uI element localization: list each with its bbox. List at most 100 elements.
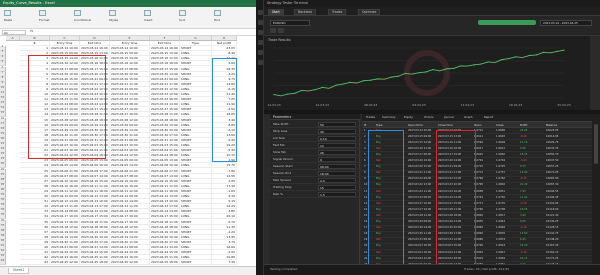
parameter-value-input[interactable]: 2.0: [318, 178, 356, 183]
tab-trades[interactable]: Trades: [328, 8, 347, 15]
results-cell: 9.75: [520, 165, 526, 169]
results-cell: 1.0776: [496, 201, 506, 205]
parameter-value-input[interactable]: 30: [318, 129, 356, 134]
results-cell: 1.0757: [496, 171, 506, 175]
equity-point: [446, 68, 448, 70]
play-icon[interactable]: [270, 28, 276, 33]
tab-optimize[interactable]: Optimize: [358, 8, 381, 15]
table-cell[interactable]: 7.35: [212, 260, 237, 266]
parameter-name: Trailing Stop: [273, 185, 292, 189]
sheet-tab[interactable]: Sheet1: [8, 268, 30, 274]
results-cell: 21.40: [520, 183, 528, 187]
ribbon-4-icon[interactable]: [144, 10, 151, 16]
parameter-name: Signal Period: [273, 157, 293, 161]
results-scrollbar[interactable]: [592, 114, 600, 264]
folder-icon[interactable]: [257, 50, 263, 55]
terminal-toolbar: EURUSD 2023.03.14 - 2023.04.25: [264, 16, 600, 36]
results-cell: 1.0704: [496, 159, 506, 163]
results-tab[interactable]: Journal: [442, 116, 456, 121]
parameter-name: Session Start: [273, 164, 293, 168]
ribbon-5-icon[interactable]: [179, 10, 186, 16]
results-cell: -4.50: [520, 201, 527, 205]
equity-point: [287, 93, 289, 95]
results-tab[interactable]: Graph: [462, 116, 475, 121]
results-cell: 1.0689: [496, 128, 506, 132]
parameter-row: Session End 18:00: [270, 170, 360, 177]
equity-point: [542, 51, 544, 54]
results-cell: 18.35: [520, 152, 528, 156]
equity-point: [473, 64, 475, 66]
tab-start[interactable]: Start: [268, 8, 284, 15]
results-cell: 10148.20: [546, 238, 559, 242]
results-tab[interactable]: Equity: [402, 116, 415, 121]
results-tab[interactable]: Trades: [364, 116, 377, 121]
ribbon-2-icon[interactable]: [74, 10, 81, 16]
parameter-value-input[interactable]: 18:00: [318, 171, 356, 176]
results-cell: 10023.05: [546, 128, 559, 132]
results-cell: 2023.03.15 14:00: [408, 140, 432, 144]
results-header-cell: Close: [496, 122, 504, 127]
table-cell[interactable]: 2023.04.25 18:00: [80, 260, 110, 266]
results-cell: 5: [364, 152, 366, 156]
parameter-value-input[interactable]: 50: [318, 122, 356, 127]
symbol-select[interactable]: EURUSD: [270, 20, 310, 26]
equity-point: [273, 94, 275, 96]
home-icon[interactable]: [257, 10, 263, 15]
results-cell: 2023.04.03 10:00: [408, 244, 432, 248]
equity-point: [432, 69, 434, 71]
results-cell: 10121.40: [546, 213, 559, 217]
results-cell: 2023.03.23 11:00: [408, 189, 432, 193]
parameter-value-input[interactable]: 15: [318, 185, 356, 190]
column-header[interactable]: A: [6, 36, 20, 41]
equity-point: [404, 72, 406, 75]
terminal-tabs: Start Backtest Trades Optimize: [264, 7, 600, 16]
tab-backtest[interactable]: Backtest: [294, 8, 316, 15]
results-cell: 2023.03.20 15:00: [408, 165, 432, 169]
name-box[interactable]: A1: [2, 30, 26, 35]
table-cell[interactable]: SHORT: [180, 260, 212, 266]
equity-point: [480, 63, 482, 65]
table-cell[interactable]: 2023.04.25 12:00: [110, 260, 150, 266]
gear-icon[interactable]: [257, 40, 263, 45]
parameter-value-input[interactable]: 26: [318, 150, 356, 155]
status-left: Testing completed: [270, 267, 298, 271]
ribbon-0-icon[interactable]: [4, 10, 11, 16]
parameter-value-input[interactable]: 12: [318, 143, 356, 148]
ribbon-1-icon[interactable]: [39, 10, 46, 16]
ribbon-label: Styles: [109, 18, 119, 22]
date-range-field[interactable]: 2023.03.14 - 2023.04.25: [540, 20, 592, 26]
results-tab[interactable]: Orders: [422, 116, 435, 121]
terminal-title: Strategy Tester Terminal: [267, 0, 309, 5]
row-header[interactable]: 44: [0, 259, 6, 266]
stop-icon[interactable]: [278, 28, 284, 33]
table-cell[interactable]: 43: [20, 260, 50, 266]
table-cell[interactable]: 2023.04.25 12:00: [50, 260, 80, 266]
equity-point: [521, 56, 524, 59]
results-cell: 10032.35: [546, 146, 559, 150]
table-cell[interactable]: 2023.04.25 18:00: [150, 260, 180, 266]
parameter-row: Session Start 08:00: [270, 163, 360, 170]
results-tab[interactable]: Summary: [380, 116, 398, 121]
parameter-value-input[interactable]: 08:00: [318, 164, 356, 169]
x-tick-label: 28.03.23: [364, 103, 377, 107]
results-cell: 10.15: [520, 256, 528, 260]
formula-bar: A1 fx: [0, 29, 256, 36]
equity-point: [418, 72, 420, 74]
equity-point: [356, 82, 358, 84]
scrollbar-thumb[interactable]: [594, 124, 598, 164]
results-cell: 15: [364, 213, 368, 217]
results-tab[interactable]: Report: [482, 116, 495, 121]
ribbon-6-icon[interactable]: [214, 10, 221, 16]
x-tick-label: 14.03.23: [267, 103, 280, 107]
ribbon-3-icon[interactable]: [109, 10, 116, 16]
x-tick-label: 21.03.23: [316, 103, 329, 107]
equity-point: [466, 65, 468, 67]
play-icon[interactable]: [257, 60, 263, 65]
parameter-value-input[interactable]: 0.10: [318, 136, 356, 141]
chart-icon[interactable]: [257, 20, 263, 25]
results-cell: 10162.10: [546, 250, 559, 254]
list-icon[interactable]: [257, 30, 263, 35]
highlight-blue-column: [368, 130, 404, 266]
parameter-value-input[interactable]: 1.5: [318, 192, 356, 197]
parameter-value-input[interactable]: 9: [318, 157, 356, 162]
